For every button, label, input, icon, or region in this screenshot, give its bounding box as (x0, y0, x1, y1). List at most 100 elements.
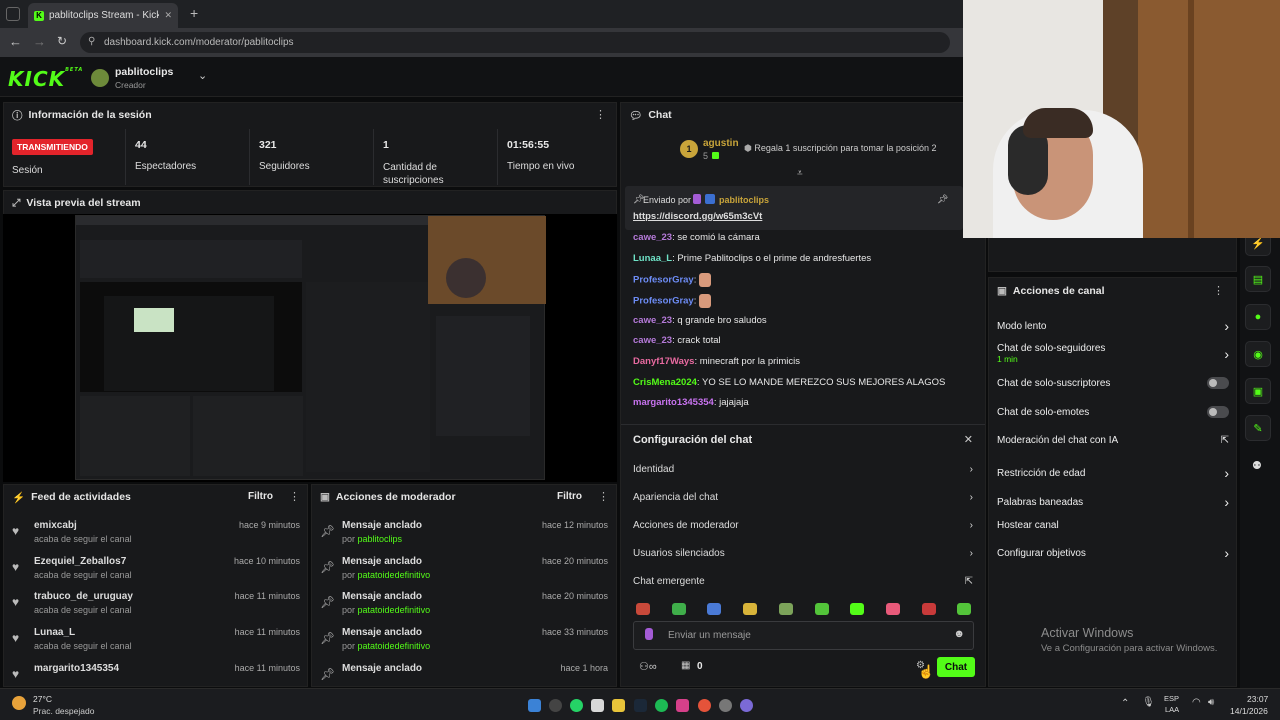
emote-icon[interactable] (815, 603, 829, 615)
emote-icon[interactable] (922, 603, 936, 615)
mod-user[interactable]: pablitoclips (358, 534, 403, 544)
session-menu-icon[interactable]: ⋮ (595, 108, 606, 121)
emote-icon[interactable] (779, 603, 793, 615)
chat-user[interactable]: Danyf17Ways (633, 356, 694, 367)
spotify-icon[interactable] (655, 699, 668, 712)
feed-user[interactable]: Lunaa_L (34, 627, 75, 638)
lang-2[interactable]: LAA (1165, 705, 1179, 714)
close-icon[interactable]: ✕ (964, 433, 973, 446)
channel-actions-menu-icon[interactable]: ⋮ (1213, 284, 1224, 297)
mod-item[interactable]: 📌︎ Mensaje anclado por patatoidedefinitivo… (316, 556, 608, 590)
search-icon[interactable] (549, 699, 562, 712)
emote-icon[interactable] (743, 603, 757, 615)
subs-only-toggle[interactable] (1207, 377, 1229, 389)
sidebar-card-icon[interactable]: ▤ (1245, 266, 1271, 292)
mod-filter-button[interactable]: Filtro (557, 491, 582, 502)
mod-user[interactable]: patatoidedefinitivo (358, 641, 431, 651)
chat-user[interactable]: cawe_23 (633, 315, 672, 326)
chat-user[interactable]: ProfesorGray (633, 275, 694, 286)
action-host-channel[interactable]: Hostear canal (997, 520, 1229, 531)
chat-user[interactable]: cawe_23 (633, 232, 672, 242)
whatsapp-icon[interactable] (570, 699, 583, 712)
feed-item[interactable]: ♥ Lunaa_L acaba de seguir el canal hace 11 … (8, 627, 300, 661)
mod-user[interactable]: patatoidedefinitivo (358, 570, 431, 580)
url-field[interactable]: ⚲ dashboard.kick.com/moderator/pablitocl… (80, 32, 950, 53)
action-subs-only[interactable]: Chat de solo-suscriptores (997, 377, 1229, 389)
tray-chevron-icon[interactable]: ⌃ (1121, 698, 1129, 709)
feed-user[interactable]: emixcabj (34, 520, 77, 531)
sidebar-wrench-icon[interactable]: ✎ (1245, 415, 1271, 441)
tab-actions-icon[interactable] (6, 7, 20, 21)
sidebar-terminal-icon[interactable]: ▣ (1245, 378, 1271, 404)
collapse-chevron-icon[interactable]: ⩡ (797, 168, 803, 179)
emote-icon[interactable] (957, 603, 971, 615)
weather-icon[interactable] (12, 696, 26, 710)
sidebar-chat-icon[interactable]: ● (1245, 304, 1271, 330)
action-banned-words[interactable]: Palabras baneadas › (997, 494, 1229, 510)
settings-item-popout-chat[interactable]: Chat emergente ⇱ (633, 576, 973, 587)
back-icon[interactable]: ← (9, 34, 22, 49)
capcut-icon[interactable] (591, 699, 604, 712)
settings-item-identity[interactable]: Identidad › (633, 464, 973, 475)
forward-icon[interactable]: → (33, 34, 46, 49)
store-icon[interactable]: ▦ (681, 660, 690, 671)
site-info-icon[interactable]: ⚲ (88, 36, 95, 47)
settings-item-muted-users[interactable]: Usuarios silenciados › (633, 548, 973, 559)
chat-input[interactable]: Enviar un mensaje ☻ (633, 621, 974, 650)
chat-user[interactable]: margarito1345354 (633, 397, 714, 408)
obs-icon[interactable] (719, 699, 732, 712)
tab-close-icon[interactable]: ✕ (164, 10, 172, 21)
mod-menu-icon[interactable]: ⋮ (598, 490, 609, 503)
settings-item-mod-actions[interactable]: Acciones de moderador › (633, 520, 973, 531)
chat-user[interactable]: ProfesorGray (633, 296, 694, 307)
sidebar-broadcast-icon[interactable]: ◉ (1245, 341, 1271, 367)
steam-icon[interactable] (634, 699, 647, 712)
start-icon[interactable] (528, 699, 541, 712)
mod-item[interactable]: 📌︎ Mensaje anclado por pablitoclips hace 12… (316, 520, 608, 554)
mod-user[interactable]: patatoidedefinitivo (358, 605, 431, 615)
sidebar-users-icon[interactable]: ⚉ (1252, 459, 1262, 472)
action-ai-moderation[interactable]: Moderación del chat con IA ⇱ (997, 435, 1229, 446)
wifi-icon[interactable]: ◠ (1192, 697, 1201, 708)
action-followers-only[interactable]: Chat de solo-seguidores 1 min › (997, 343, 1229, 365)
emote-icon[interactable] (672, 603, 686, 615)
channel-avatar[interactable] (91, 69, 109, 87)
unpin-icon[interactable]: 📌︎ (937, 194, 948, 205)
browser-tab[interactable]: K pablitoclips Stream - Kick Dashb ✕ (28, 3, 178, 28)
mod-item[interactable]: 📌︎ Mensaje anclado por patatoidedefinitivo… (316, 591, 608, 625)
feed-user[interactable]: trabuco_de_uruguay (34, 591, 133, 602)
new-tab-button[interactable]: + (190, 5, 198, 21)
settings-item-appearance[interactable]: Apariencia del chat › (633, 492, 973, 503)
infinity-users-icon[interactable]: ⚇∞ (639, 660, 657, 673)
kick-logo[interactable]: KICKBETA (8, 67, 83, 91)
emote-icon[interactable] (636, 603, 650, 615)
feed-item[interactable]: ♥ margarito1345354 hace 11 minutos (8, 663, 300, 685)
feed-item[interactable]: ♥ emixcabj acaba de seguir el canal hace 9 … (8, 520, 300, 554)
channel-name[interactable]: pablitoclips (115, 66, 173, 78)
reload-icon[interactable]: ↻ (57, 34, 67, 48)
pinned-link[interactable]: https://discord.gg/w65m3cVt (633, 211, 762, 222)
gift-cta[interactable]: ⬢ Regala 1 suscripción para tomar la pos… (744, 143, 936, 154)
send-chat-button[interactable]: Chat (937, 657, 975, 677)
lang-1[interactable]: ESP (1164, 694, 1179, 703)
mic-tray-icon[interactable]: 🎙︎ (1142, 697, 1155, 708)
emote-icon[interactable] (707, 603, 721, 615)
chrome-icon[interactable] (698, 699, 711, 712)
pinned-user[interactable]: pablitoclips (719, 195, 769, 205)
mod-item[interactable]: 📌︎ Mensaje anclado hace 1 hora (316, 663, 608, 685)
mod-item[interactable]: 📌︎ Mensaje anclado por patatoidedefinitivo… (316, 627, 608, 661)
chat-user[interactable]: Lunaa_L (633, 253, 672, 264)
feed-filter-button[interactable]: Filtro (248, 491, 273, 502)
emote-icon[interactable] (850, 603, 864, 615)
action-slow-mode[interactable]: Modo lento › (997, 318, 1229, 334)
emoji-icon[interactable]: ☻ (953, 628, 965, 640)
chat-user[interactable]: CrisMena2024 (633, 377, 697, 388)
action-age-restriction[interactable]: Restricción de edad › (997, 465, 1229, 481)
feed-item[interactable]: ♥ Ezequiel_Zeballos7 acaba de seguir el ca… (8, 556, 300, 590)
volume-icon[interactable]: 🔊︎ (1208, 697, 1214, 708)
instagram-icon[interactable] (676, 699, 689, 712)
stream-video[interactable] (3, 214, 617, 482)
feed-menu-icon[interactable]: ⋮ (289, 490, 300, 503)
emote-icon[interactable] (886, 603, 900, 615)
top-gifter-name[interactable]: agustin (703, 138, 739, 149)
